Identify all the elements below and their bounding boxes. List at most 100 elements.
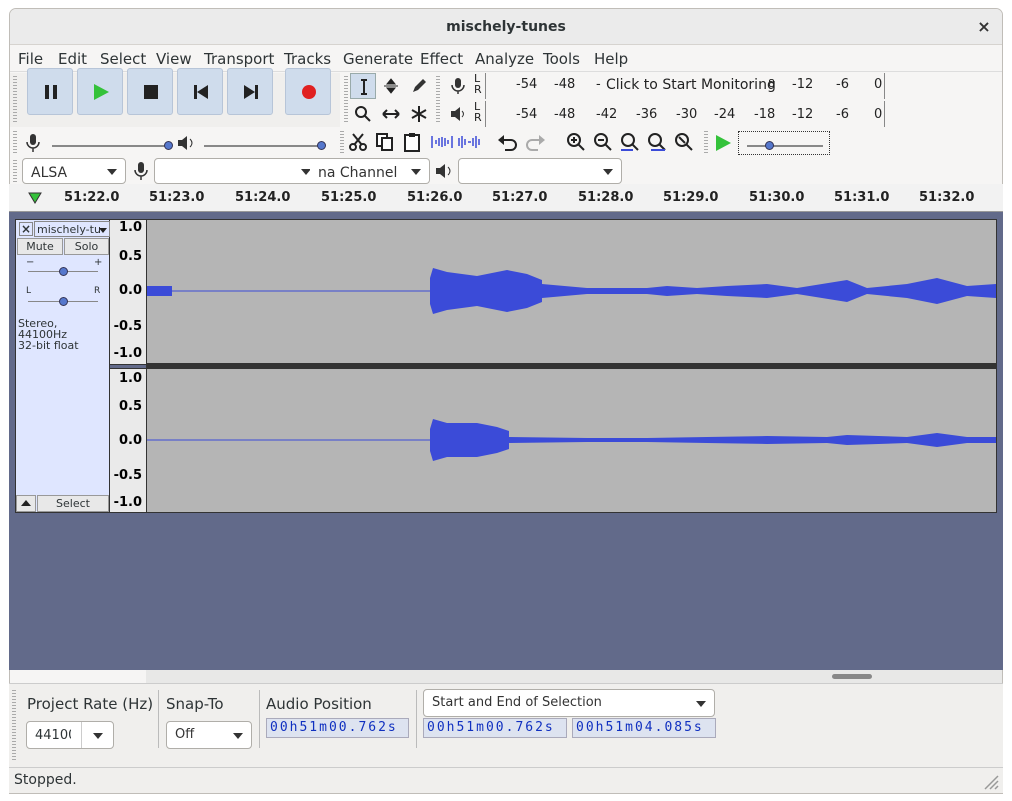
cut-icon[interactable] <box>348 132 368 152</box>
snap-to-select[interactable]: Off <box>166 721 252 749</box>
recording-volume-slider[interactable] <box>52 145 172 147</box>
record-meter-button[interactable] <box>445 73 471 99</box>
menu-file[interactable]: File <box>18 50 43 68</box>
toolbar-grip[interactable] <box>13 160 17 182</box>
paste-icon[interactable] <box>402 132 422 152</box>
play-meter-button[interactable] <box>445 101 471 127</box>
timeline-ruler[interactable]: 51:22.0 51:23.0 51:24.0 51:25.0 51:26.0 … <box>9 184 1003 212</box>
menu-transport[interactable]: Transport <box>204 50 274 68</box>
menu-edit[interactable]: Edit <box>58 50 87 68</box>
zoom-toggle-icon[interactable] <box>674 132 694 152</box>
pause-button[interactable] <box>27 68 73 115</box>
copy-icon[interactable] <box>375 132 395 152</box>
speaker-icon <box>178 136 193 150</box>
zoom-in-icon[interactable] <box>566 132 586 152</box>
close-icon[interactable]: × <box>974 17 994 37</box>
vertical-ruler-right-channel[interactable]: 1.0 0.5 0.0 -0.5 -1.0 <box>110 368 146 513</box>
snap-to-value: Off <box>175 727 195 742</box>
skip-end-button[interactable] <box>227 68 273 115</box>
record-meter[interactable]: -54 -48 - Click to Start Monitoring 8 -1… <box>485 73 885 99</box>
window-title: mischely-tunes <box>446 19 566 35</box>
track-name-menu[interactable]: mischely-tu <box>34 221 110 237</box>
toolbar-grip[interactable] <box>13 131 17 155</box>
vruler-tick: 0.5 <box>118 249 142 264</box>
audio-position-time[interactable]: 00h51m00.762s <box>266 718 409 738</box>
menu-tracks[interactable]: Tracks <box>284 50 331 68</box>
pan-left-label: L <box>26 286 32 296</box>
ruler-tick: 51:32.0 <box>919 190 975 205</box>
project-rate-field[interactable]: 44100 <box>26 721 114 749</box>
menu-help[interactable]: Help <box>594 50 628 68</box>
fit-project-icon[interactable] <box>647 132 667 152</box>
ibeam-icon <box>361 79 367 95</box>
menu-analyze[interactable]: Analyze <box>475 50 534 68</box>
waveform-right-channel[interactable] <box>146 368 997 513</box>
toolbar-grip[interactable] <box>344 76 348 124</box>
fit-selection-icon[interactable] <box>620 132 640 152</box>
menu-effect[interactable]: Effect <box>420 50 463 68</box>
menu-tools[interactable]: Tools <box>543 50 580 68</box>
draw-tool[interactable] <box>406 73 432 99</box>
menu-select[interactable]: Select <box>100 50 146 68</box>
selection-end-time[interactable]: 00h51m04.085s <box>572 718 716 738</box>
redo-icon[interactable] <box>524 132 546 152</box>
timeshift-tool[interactable] <box>378 101 404 127</box>
mute-button[interactable]: Mute <box>17 238 63 255</box>
toolbar-grip[interactable] <box>340 131 344 155</box>
play-head-icon[interactable] <box>27 190 43 206</box>
playback-volume-knob[interactable] <box>317 141 326 150</box>
stop-button[interactable] <box>127 68 173 115</box>
multi-tool[interactable] <box>406 101 432 127</box>
trim-icon[interactable] <box>430 132 454 152</box>
click-to-start-monitoring[interactable]: Click to Start Monitoring <box>606 77 776 93</box>
skip-start-button[interactable] <box>177 68 223 115</box>
collapse-track-button[interactable] <box>16 495 36 512</box>
envelope-tool[interactable] <box>378 73 404 99</box>
play-at-speed-icon[interactable] <box>713 133 733 153</box>
microphone-icon <box>134 162 148 180</box>
recording-device-select[interactable] <box>154 158 320 184</box>
solo-button[interactable]: Solo <box>64 238 109 255</box>
vertical-ruler-left-channel[interactable]: 1.0 0.5 0.0 -0.5 -1.0 <box>110 219 146 365</box>
resize-grip-icon[interactable] <box>981 772 999 790</box>
gain-knob[interactable] <box>59 267 68 276</box>
play-button[interactable] <box>77 68 123 115</box>
gain-plus-label: + <box>94 257 103 268</box>
close-track-icon[interactable]: × <box>19 222 33 236</box>
playback-volume-slider[interactable] <box>204 145 324 147</box>
selection-tool[interactable] <box>350 73 376 99</box>
horizontal-scrollbar[interactable] <box>146 670 1002 683</box>
waveform-left-channel[interactable] <box>146 219 997 365</box>
zoom-tool[interactable] <box>350 101 376 127</box>
undo-icon[interactable] <box>497 132 519 152</box>
play-tick: -36 <box>636 107 658 122</box>
toolbar-grip[interactable] <box>436 76 440 124</box>
zoom-out-icon[interactable] <box>593 132 613 152</box>
silence-icon[interactable] <box>457 132 481 152</box>
record-button[interactable] <box>285 68 331 115</box>
recording-volume-knob[interactable] <box>164 141 173 150</box>
toolbar-grip[interactable] <box>704 131 708 155</box>
scrollbar-thumb[interactable] <box>832 674 872 679</box>
chevron-down-icon[interactable] <box>93 733 103 739</box>
playback-device-select[interactable] <box>458 158 622 184</box>
play-speed-knob[interactable] <box>765 141 774 150</box>
project-rate-label: Project Rate (Hz) <box>27 695 154 713</box>
playback-meter[interactable]: -54 -48 -42 -36 -30 -24 -18 -12 -6 0 <box>485 101 885 127</box>
audio-host-select[interactable]: ALSA <box>22 158 126 184</box>
recording-channels-select[interactable]: na Channel <box>310 158 430 184</box>
play-speed-slider[interactable] <box>747 145 823 147</box>
toolbar-grip[interactable] <box>12 690 16 762</box>
select-track-button[interactable]: Select <box>37 495 109 512</box>
menu-view[interactable]: View <box>156 50 192 68</box>
pan-knob[interactable] <box>59 297 68 306</box>
play-icon <box>94 84 109 100</box>
audio-position-label: Audio Position <box>266 695 372 713</box>
toolbar-grip[interactable] <box>13 76 17 124</box>
timeshift-icon <box>382 109 400 119</box>
selection-mode-select[interactable]: Start and End of Selection <box>423 689 715 717</box>
menu-generate[interactable]: Generate <box>343 50 413 68</box>
rec-lr-label: LR <box>474 72 482 96</box>
selection-start-time[interactable]: 00h51m00.762s <box>423 718 567 738</box>
play-speed-slider-box[interactable] <box>738 131 830 155</box>
